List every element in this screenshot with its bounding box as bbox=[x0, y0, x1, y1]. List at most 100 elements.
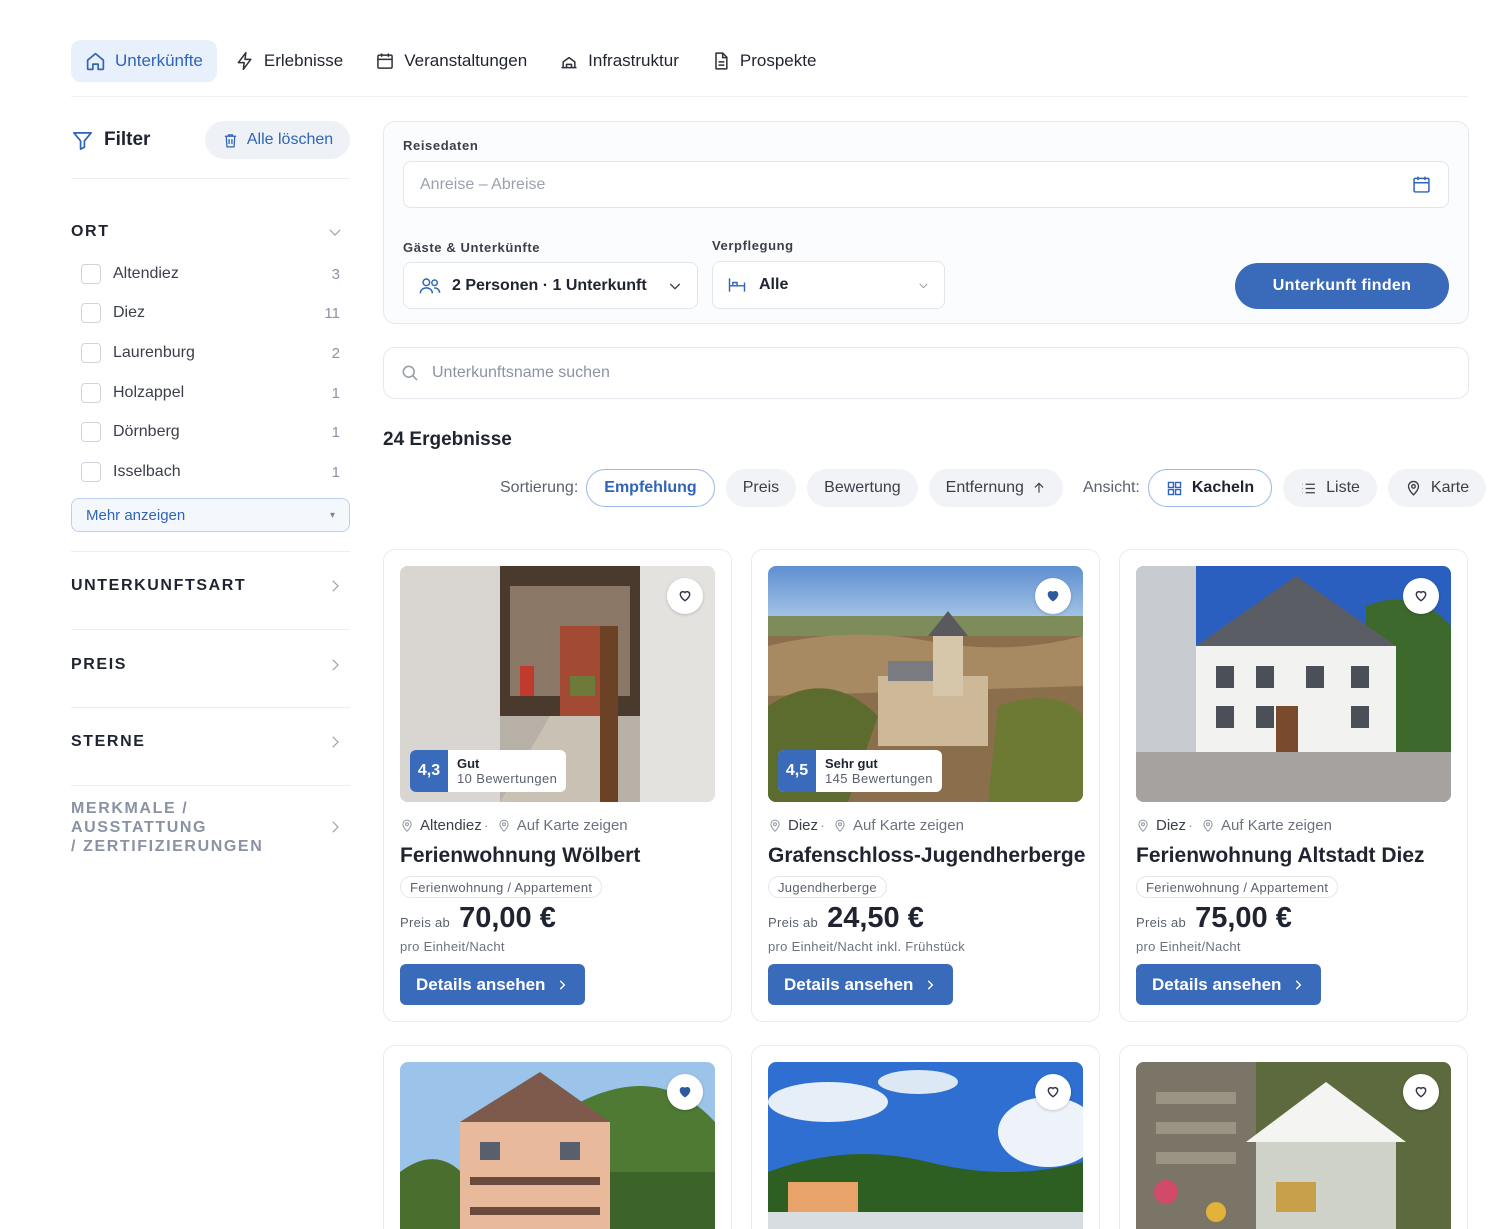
tab-infrastruktur[interactable]: Infrastruktur bbox=[545, 40, 693, 82]
checkbox[interactable] bbox=[81, 462, 101, 482]
tab-label: Erlebnisse bbox=[263, 51, 344, 70]
details-button[interactable]: Details ansehen bbox=[400, 964, 586, 1005]
sort-option-label: Entfernung bbox=[945, 479, 1024, 496]
rating-count: 10 Bewertungen bbox=[457, 771, 558, 786]
clear-all-button[interactable]: Alle löschen bbox=[205, 121, 350, 159]
separator: · bbox=[483, 817, 489, 834]
guests-select[interactable]: 2 Personen · 1 Unterkunft bbox=[403, 262, 698, 309]
checkbox[interactable] bbox=[81, 264, 101, 284]
calendar-icon bbox=[375, 51, 395, 71]
chevron-right-icon bbox=[555, 978, 569, 992]
view-option-kacheln[interactable]: Kacheln bbox=[1147, 469, 1273, 507]
accommodation-card[interactable] bbox=[1119, 1045, 1468, 1229]
card-title[interactable]: Ferienwohnung Altstadt Diez bbox=[1136, 844, 1425, 868]
type-badge: Ferienwohnung / Appartement bbox=[1136, 876, 1339, 898]
rating-badge: 4,3 Gut 10 Bewertungen bbox=[410, 750, 567, 792]
tab-label: Veranstaltungen bbox=[404, 51, 528, 70]
location-option-diez[interactable]: Diez 11 bbox=[81, 302, 340, 324]
divider bbox=[71, 551, 350, 552]
tab-prospekte[interactable]: Prospekte bbox=[697, 40, 831, 82]
accommodation-card[interactable] bbox=[383, 1045, 732, 1229]
tab-unterkuenfte[interactable]: Unterkünfte bbox=[71, 40, 217, 82]
heart-icon bbox=[1414, 1085, 1428, 1099]
date-range-input[interactable]: Anreise – Abreise bbox=[403, 161, 1449, 208]
accommodation-card[interactable]: 4,5 Sehr gut 145 Bewertungen Diez · Auf K… bbox=[751, 549, 1100, 1022]
card-title[interactable]: Grafenschloss-Jugendherberge bbox=[768, 844, 1085, 868]
accommodation-photo[interactable]: 4,5 Sehr gut 145 Bewertungen bbox=[768, 566, 1083, 802]
location-count: 3 bbox=[331, 265, 340, 283]
location-label: Laurenburg bbox=[113, 344, 195, 361]
location-option-isselbach[interactable]: Isselbach 1 bbox=[81, 461, 340, 483]
show-on-map-link[interactable]: Auf Karte zeigen bbox=[517, 817, 628, 834]
chevron-right-icon bbox=[923, 978, 937, 992]
price: 70,00 € bbox=[459, 902, 556, 934]
merkmale-section-header[interactable]: MERKMALE / AUSSTATTUNG / ZERTIFIZIERUNGE… bbox=[71, 800, 350, 855]
accommodation-photo[interactable] bbox=[400, 1062, 715, 1229]
list-icon bbox=[1300, 480, 1317, 497]
search-icon bbox=[400, 363, 420, 383]
accommodation-photo[interactable]: 4,3 Gut 10 Bewertungen bbox=[400, 566, 715, 802]
price-prefix: Preis ab bbox=[400, 915, 451, 930]
divider bbox=[71, 707, 350, 708]
section-title-line: / ZERTIFIZIERUNGEN bbox=[71, 837, 264, 855]
chevron-right-icon bbox=[326, 733, 344, 751]
heart-icon bbox=[1414, 589, 1428, 603]
checkbox[interactable] bbox=[81, 422, 101, 442]
tab-veranstaltungen[interactable]: Veranstaltungen bbox=[361, 40, 541, 82]
location-count: 1 bbox=[331, 384, 340, 402]
sort-option-empfehlung[interactable]: Empfehlung bbox=[586, 469, 715, 507]
favorite-button[interactable] bbox=[1403, 1074, 1439, 1110]
show-on-map-link[interactable]: Auf Karte zeigen bbox=[853, 817, 964, 834]
checkbox[interactable] bbox=[81, 383, 101, 403]
details-button[interactable]: Details ansehen bbox=[768, 964, 954, 1005]
favorite-button[interactable] bbox=[1035, 578, 1071, 614]
view-option-liste[interactable]: Liste bbox=[1283, 469, 1377, 507]
results-count: 24 Ergebnisse bbox=[383, 429, 512, 450]
sort-option-preis[interactable]: Preis bbox=[725, 469, 797, 507]
unterkunftsart-section-header[interactable]: UNTERKUNFTSART bbox=[71, 576, 350, 596]
accommodation-name-search[interactable]: Unterkunftsname suchen bbox=[383, 347, 1469, 399]
preis-section-header[interactable]: PREIS bbox=[71, 655, 350, 675]
accommodation-card[interactable]: 4,3 Gut 10 Bewertungen Altendiez · Auf Ka… bbox=[383, 549, 732, 1022]
section-title: STERNE bbox=[71, 733, 146, 750]
favorite-button[interactable] bbox=[1403, 578, 1439, 614]
show-more-button[interactable]: Mehr anzeigen ▾ bbox=[71, 498, 350, 532]
accommodation-card[interactable]: Diez · Auf Karte zeigen Ferienwohnung Alt… bbox=[1119, 549, 1468, 1022]
accommodation-photo[interactable] bbox=[768, 1062, 1083, 1229]
accommodation-photo[interactable] bbox=[1136, 1062, 1451, 1229]
map-pin-icon bbox=[400, 819, 414, 833]
checkbox[interactable] bbox=[81, 303, 101, 323]
details-label: Details ansehen bbox=[416, 974, 546, 994]
card-title[interactable]: Ferienwohnung Wölbert bbox=[400, 844, 640, 868]
ort-section-header[interactable]: ORT bbox=[71, 222, 350, 242]
favorite-button[interactable] bbox=[667, 578, 703, 614]
rating-count: 145 Bewertungen bbox=[825, 771, 933, 786]
calendar-icon[interactable] bbox=[1411, 174, 1432, 195]
favorite-button[interactable] bbox=[1035, 1074, 1071, 1110]
location-option-holzappel[interactable]: Holzappel 1 bbox=[81, 382, 340, 404]
accommodation-card[interactable] bbox=[751, 1045, 1100, 1229]
view-option-karte[interactable]: Karte bbox=[1387, 469, 1487, 507]
heart-icon bbox=[1046, 589, 1060, 603]
find-accommodation-button[interactable]: Unterkunft finden bbox=[1235, 263, 1449, 309]
show-on-map-link[interactable]: Auf Karte zeigen bbox=[1221, 817, 1332, 834]
board-select[interactable]: Alle bbox=[712, 261, 945, 309]
location-option-laurenburg[interactable]: Laurenburg 2 bbox=[81, 342, 340, 364]
accommodation-photo[interactable] bbox=[1136, 566, 1451, 802]
sort-option-bewertung[interactable]: Bewertung bbox=[807, 469, 918, 507]
location-option-doernberg[interactable]: Dörnberg 1 bbox=[81, 421, 340, 443]
price: 75,00 € bbox=[1195, 902, 1292, 934]
sterne-section-header[interactable]: STERNE bbox=[71, 732, 350, 752]
funnel-icon bbox=[71, 129, 94, 152]
price-row: Preis ab 70,00 € bbox=[400, 902, 556, 935]
details-button[interactable]: Details ansehen bbox=[1136, 964, 1322, 1005]
location-label: Holzappel bbox=[113, 384, 185, 401]
location-label: Dörnberg bbox=[113, 423, 180, 440]
checkbox[interactable] bbox=[81, 343, 101, 363]
divider bbox=[71, 96, 1468, 97]
sort-option-entfernung[interactable]: Entfernung bbox=[928, 469, 1063, 507]
favorite-button[interactable] bbox=[667, 1074, 703, 1110]
tab-erlebnisse[interactable]: Erlebnisse bbox=[221, 40, 357, 82]
lightning-icon bbox=[235, 51, 255, 71]
location-option-altendiez[interactable]: Altendiez 3 bbox=[81, 263, 340, 285]
